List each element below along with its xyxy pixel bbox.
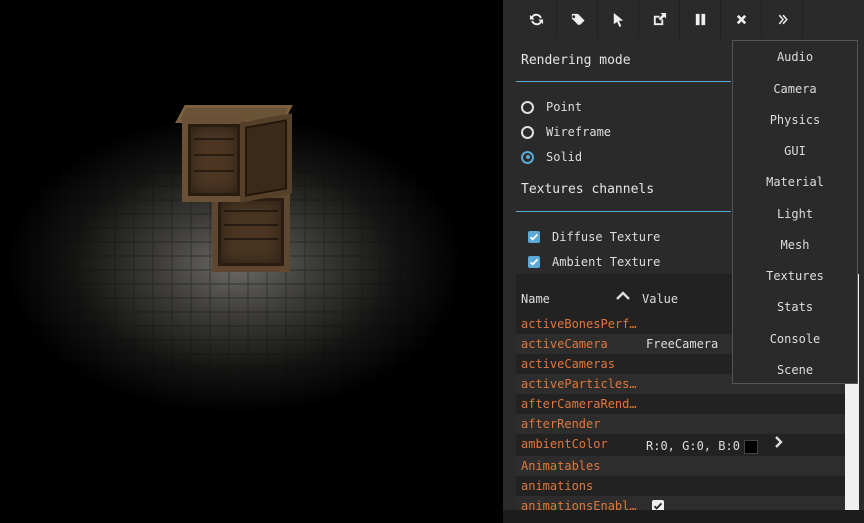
table-row[interactable]: afterRender: [516, 414, 846, 434]
checkbox-ambient-texture[interactable]: Ambient Texture: [528, 253, 660, 271]
menu-item-audio[interactable]: Audio: [733, 50, 857, 64]
sort-ascending-icon[interactable]: [616, 290, 630, 305]
toolbar: [516, 0, 806, 38]
pointer-icon[interactable]: [598, 0, 639, 38]
crate-top-side: [240, 113, 292, 203]
checkbox-checked-icon[interactable]: [528, 256, 540, 268]
column-header-value[interactable]: Value: [642, 292, 678, 306]
menu-item-stats[interactable]: Stats: [733, 300, 857, 314]
divider: [516, 81, 731, 82]
close-icon[interactable]: [721, 0, 762, 38]
menu-item-console[interactable]: Console: [733, 332, 857, 346]
radio-selected-icon[interactable]: [521, 150, 534, 164]
menu-item-gui[interactable]: GUI: [733, 144, 857, 158]
menu-item-camera[interactable]: Camera: [733, 82, 857, 96]
checkbox-checked-icon[interactable]: [528, 231, 540, 243]
divider: [516, 211, 731, 212]
radio-label: Wireframe: [546, 125, 612, 139]
bottom-strip: [503, 510, 864, 523]
property-name: animations: [521, 479, 594, 493]
checkbox-label: Diffuse Texture: [552, 230, 661, 244]
refresh-icon[interactable]: [516, 0, 557, 38]
crate-top: [182, 118, 246, 202]
menu-item-physics[interactable]: Physics: [733, 113, 857, 127]
scene-viewport[interactable]: [0, 0, 503, 523]
external-link-icon[interactable]: [639, 0, 680, 38]
chevron-right-icon[interactable]: [774, 434, 784, 454]
color-value-text: R:0, G:0, B:0: [646, 439, 740, 453]
menu-item-light[interactable]: Light: [733, 207, 857, 221]
double-chevron-right-icon[interactable]: [762, 0, 803, 38]
checkbox-diffuse-texture[interactable]: Diffuse Texture: [528, 228, 660, 246]
menu-item-textures[interactable]: Textures: [733, 269, 857, 283]
textures-channels-title: Textures channels: [521, 182, 655, 197]
tags-icon[interactable]: [557, 0, 598, 38]
crate-bottom: [212, 192, 290, 272]
property-name: activeParticles…: [521, 377, 637, 391]
property-value: FreeCamera: [646, 337, 719, 351]
checkbox-label: Ambient Texture: [552, 255, 661, 269]
radio-icon[interactable]: [521, 100, 534, 114]
table-row[interactable]: afterCameraRend…: [516, 394, 846, 414]
menu-item-material[interactable]: Material: [733, 175, 857, 189]
pause-icon[interactable]: [680, 0, 721, 38]
table-row[interactable]: animations: [516, 476, 846, 496]
radio-wireframe[interactable]: Wireframe: [521, 123, 611, 141]
radio-point[interactable]: Point: [521, 98, 582, 116]
color-swatch[interactable]: [743, 439, 758, 454]
table-row[interactable]: ambientColor R:0, G:0, B:0: [516, 434, 846, 454]
menu-item-mesh[interactable]: Mesh: [733, 238, 857, 252]
property-value: R:0, G:0, B:0: [646, 436, 758, 456]
radio-icon[interactable]: [521, 125, 534, 139]
property-name: activeBonesPerf…: [521, 317, 637, 331]
radio-label: Point: [546, 100, 583, 114]
tools-dropdown-menu: Audio Camera Physics GUI Material Light …: [732, 40, 858, 384]
column-header-name[interactable]: Name: [521, 292, 550, 306]
radio-solid[interactable]: Solid: [521, 148, 582, 166]
property-name: activeCamera: [521, 337, 608, 351]
menu-item-scene[interactable]: Scene: [733, 363, 857, 377]
property-name: ambientColor: [521, 437, 608, 451]
rendering-mode-title: Rendering mode: [521, 53, 631, 68]
property-name: afterRender: [521, 417, 601, 431]
radio-label: Solid: [546, 150, 583, 164]
property-name: afterCameraRend…: [521, 397, 637, 411]
property-name: Animatables: [521, 459, 601, 473]
table-row[interactable]: Animatables: [516, 456, 846, 476]
property-name: activeCameras: [521, 357, 615, 371]
